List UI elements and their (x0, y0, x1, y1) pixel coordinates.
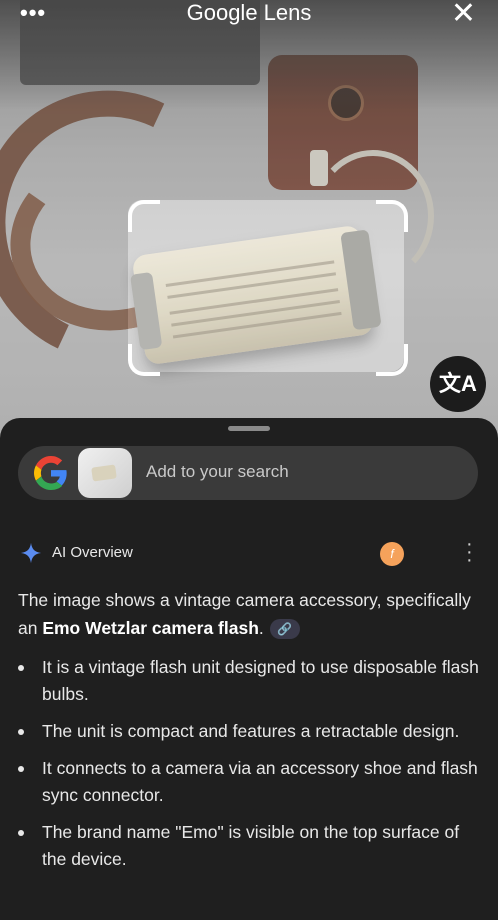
list-item: It is a vintage flash unit designed to u… (18, 654, 480, 708)
search-thumbnail[interactable] (78, 448, 132, 498)
ai-overview-title: AI Overview (52, 544, 133, 561)
bullet-text: The unit is compact and features a retra… (42, 721, 460, 741)
list-item: The brand name "Emo" is visible on the t… (18, 819, 480, 873)
top-bar: ••• Google Lens ✕ (0, 0, 498, 30)
ai-summary: The image shows a vintage camera accesso… (18, 586, 478, 642)
add-to-search-label: Add to your search (146, 462, 289, 481)
crop-handle-bottom-left[interactable] (128, 344, 160, 376)
add-to-search-bar[interactable]: Add to your search (18, 446, 478, 500)
source-avatar[interactable]: f (380, 542, 404, 566)
link-icon[interactable]: 🔗 (269, 619, 300, 640)
bullet-text: The brand name "Emo" is visible on the t… (42, 822, 460, 869)
bullet-dot (18, 729, 24, 735)
more-vert-icon[interactable]: · · · (466, 534, 473, 570)
close-icon[interactable]: ✕ (451, 0, 476, 31)
crop-handle-top-left[interactable] (128, 200, 160, 232)
crop-handle-bottom-right[interactable] (376, 344, 408, 376)
crop-handle-top-right[interactable] (376, 200, 408, 232)
translate-icon[interactable]: 文A (430, 356, 486, 412)
sheet-drag-handle[interactable] (228, 426, 270, 431)
google-g-icon (34, 456, 67, 490)
app-title: Google Lens (186, 0, 312, 25)
bullet-dot (18, 766, 24, 772)
summary-suffix: . (258, 618, 264, 638)
bullet-text: It connects to a camera via an accessory… (42, 758, 478, 805)
sparkle-icon (20, 542, 42, 564)
bullet-dot (18, 665, 24, 671)
selection-area[interactable] (128, 200, 404, 372)
results-sheet: Add to your search AI Overview f · · · The… (0, 418, 498, 920)
list-item: It connects to a camera via an accessory… (18, 755, 480, 809)
ai-bullet-list: It is a vintage flash unit designed to u… (18, 654, 480, 883)
summary-highlight: Emo Wetzlar camera flash (42, 618, 259, 638)
list-item: The unit is compact and features a retra… (18, 718, 480, 745)
bullet-text: It is a vintage flash unit designed to u… (42, 657, 479, 704)
bullet-dot (18, 830, 24, 836)
thumbnail-flash (91, 464, 117, 482)
